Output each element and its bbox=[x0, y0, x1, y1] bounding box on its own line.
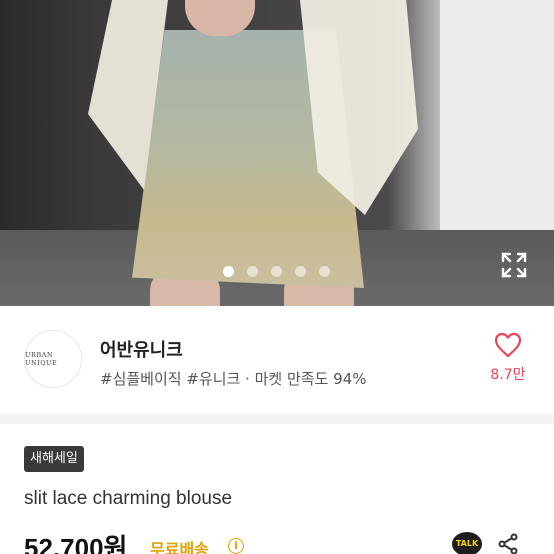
info-icon[interactable]: i bbox=[228, 538, 244, 554]
pagination-dot[interactable] bbox=[271, 266, 282, 277]
product-price: 52,700원 bbox=[24, 533, 128, 554]
seller-name[interactable]: 어반유니크 bbox=[100, 336, 183, 362]
heart-outline-icon bbox=[494, 332, 522, 358]
free-shipping-label: 무료배송 bbox=[150, 540, 209, 554]
pagination-dot[interactable] bbox=[247, 266, 258, 277]
like-count: 8.7만 bbox=[490, 367, 526, 383]
product-image-gallery[interactable] bbox=[0, 0, 554, 306]
seller-logo-text: URBAN UNIQUE bbox=[25, 351, 58, 367]
pagination-dot[interactable] bbox=[295, 266, 306, 277]
share-icon[interactable] bbox=[496, 532, 520, 554]
seller-logo[interactable]: URBAN UNIQUE bbox=[24, 330, 82, 388]
section-divider bbox=[0, 414, 554, 424]
pagination-dot[interactable] bbox=[319, 266, 330, 277]
product-title: slit lace charming blouse bbox=[24, 488, 233, 509]
expand-icon[interactable] bbox=[500, 251, 528, 279]
talk-chat-button[interactable]: TALK bbox=[452, 532, 482, 554]
like-button[interactable]: 8.7만 bbox=[486, 332, 530, 392]
seller-section bbox=[0, 306, 554, 414]
sale-badge: 새해세일 bbox=[24, 446, 84, 472]
seller-tags: #심플베이직 #유니크 · 마켓 만족도 94% bbox=[100, 370, 367, 388]
gallery-pagination bbox=[223, 266, 330, 277]
pagination-dot-active[interactable] bbox=[223, 266, 234, 277]
